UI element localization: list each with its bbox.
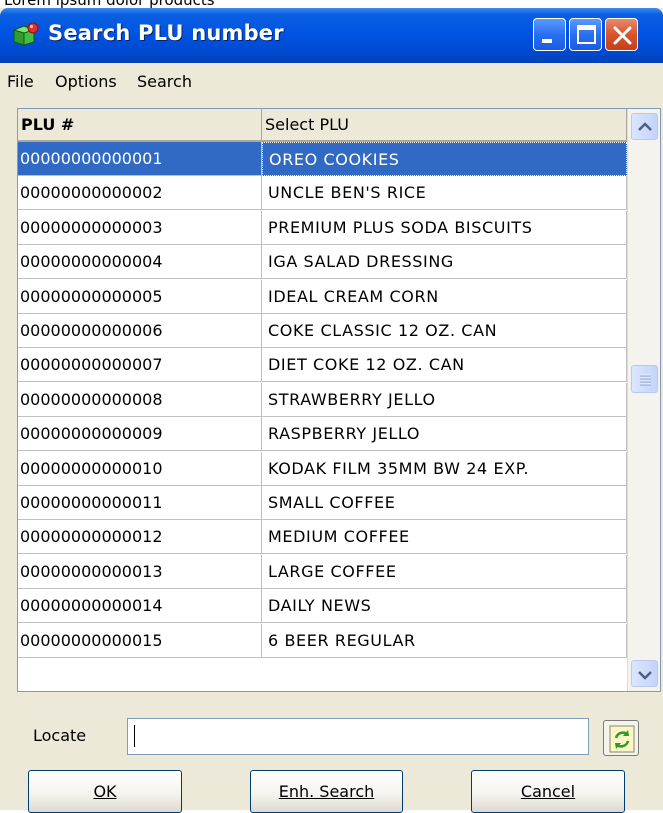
plu-grid[interactable]: PLU # Select PLU 00000000000001 OREO COOK…	[17, 108, 661, 692]
table-row[interactable]: 00000000000009 RASPBERRY JELLO	[18, 417, 627, 452]
ok-button[interactable]: OK	[28, 770, 182, 813]
plu-cell[interactable]: 00000000000003	[18, 210, 262, 245]
table-row[interactable]: 00000000000004 IGA SALAD DRESSING	[18, 245, 627, 280]
plu-cell[interactable]: 00000000000006	[18, 314, 262, 348]
menu-search[interactable]: Search	[137, 72, 192, 91]
plu-cell[interactable]: 00000000000009	[18, 417, 262, 452]
scroll-down-button[interactable]	[631, 660, 658, 687]
locate-input[interactable]	[127, 718, 589, 755]
menu-options[interactable]: Options	[55, 72, 117, 91]
search-plu-window: Search PLU number File Options Search PL…	[0, 8, 663, 813]
table-row[interactable]: 00000000000014 DAILY NEWS	[18, 589, 627, 624]
item-name-cell[interactable]: SMALL COFFEE	[262, 486, 627, 520]
plu-cell[interactable]: 00000000000001	[18, 142, 262, 176]
plu-cell[interactable]: 00000000000011	[18, 486, 262, 520]
column-header-select-plu[interactable]: Select PLU	[262, 109, 627, 142]
table-row[interactable]: 00000000000005 IDEAL CREAM CORN	[18, 279, 627, 314]
table-row[interactable]: 00000000000002 UNCLE BEN'S RICE	[18, 176, 627, 211]
enh-search-button-label: Enh. Search	[278, 782, 375, 801]
plu-cell[interactable]: 00000000000014	[18, 589, 262, 624]
table-row[interactable]: 00000000000008 STRAWBERRY JELLO	[18, 382, 627, 417]
table-row[interactable]: 00000000000003 PREMIUM PLUS SODA BISCUITS	[18, 210, 627, 245]
plu-cell[interactable]: 00000000000013	[18, 554, 262, 589]
item-name-cell[interactable]: IGA SALAD DRESSING	[262, 245, 627, 280]
title-bar[interactable]: Search PLU number	[0, 8, 663, 63]
chevron-up-icon	[638, 122, 652, 131]
chevron-down-icon	[638, 671, 652, 680]
window-title: Search PLU number	[48, 21, 284, 45]
cancel-button[interactable]: Cancel	[471, 770, 625, 813]
app-icon	[10, 21, 40, 49]
item-name-cell[interactable]: LARGE COFFEE	[262, 554, 627, 589]
item-name-cell[interactable]: KODAK FILM 35MM BW 24 EXP.	[262, 451, 627, 486]
column-header-plu[interactable]: PLU #	[18, 109, 262, 142]
minimize-button[interactable]	[533, 18, 566, 51]
maximize-icon	[577, 25, 596, 44]
cancel-button-label: Cancel	[520, 782, 576, 801]
vertical-scrollbar[interactable]	[627, 109, 660, 691]
table-row[interactable]: 00000000000006 COKE CLASSIC 12 OZ. CAN	[18, 314, 627, 348]
plu-cell[interactable]: 00000000000007	[18, 348, 262, 383]
plu-cell[interactable]: 00000000000012	[18, 520, 262, 555]
item-name-cell[interactable]: DIET COKE 12 OZ. CAN	[262, 348, 627, 383]
item-name-cell[interactable]: STRAWBERRY JELLO	[262, 382, 627, 417]
plu-cell[interactable]: 00000000000010	[18, 451, 262, 486]
item-name-cell[interactable]: COKE CLASSIC 12 OZ. CAN	[262, 314, 627, 348]
table-row[interactable]: 00000000000011 SMALL COFFEE	[18, 486, 627, 520]
plu-cell[interactable]: 00000000000004	[18, 245, 262, 280]
item-name-cell[interactable]: OREO COOKIES	[262, 142, 627, 176]
item-name-cell[interactable]: 6 BEER REGULAR	[262, 623, 627, 658]
maximize-button[interactable]	[569, 18, 602, 51]
item-name-cell[interactable]: IDEAL CREAM CORN	[262, 279, 627, 314]
text-caret	[134, 725, 135, 747]
grip-icon	[640, 374, 651, 386]
minimize-icon	[542, 39, 552, 43]
scroll-up-button[interactable]	[631, 113, 658, 140]
scroll-thumb[interactable]	[631, 365, 658, 393]
refresh-button[interactable]	[603, 720, 639, 756]
refresh-icon	[609, 725, 635, 753]
table-row[interactable]: 00000000000007 DIET COKE 12 OZ. CAN	[18, 348, 627, 383]
table-row[interactable]: 00000000000012 MEDIUM COFFEE	[18, 520, 627, 555]
item-name-cell[interactable]: RASPBERRY JELLO	[262, 417, 627, 452]
item-name-cell[interactable]: DAILY NEWS	[262, 589, 627, 624]
menu-bar: File Options Search	[0, 63, 663, 99]
table-row[interactable]: 00000000000015 6 BEER REGULAR	[18, 623, 627, 658]
enh-search-button[interactable]: Enh. Search	[250, 770, 403, 813]
menu-file[interactable]: File	[7, 72, 34, 91]
close-button[interactable]	[605, 18, 638, 51]
table-row[interactable]: 00000000000010 KODAK FILM 35MM BW 24 EXP.	[18, 451, 627, 486]
ok-button-label: OK	[93, 782, 117, 801]
table-row[interactable]: 00000000000013 LARGE COFFEE	[18, 554, 627, 589]
item-name-cell[interactable]: MEDIUM COFFEE	[262, 520, 627, 555]
close-icon	[613, 26, 632, 45]
item-name-cell[interactable]: PREMIUM PLUS SODA BISCUITS	[262, 210, 627, 245]
table-row[interactable]: 00000000000001 OREO COOKIES	[18, 142, 627, 176]
plu-cell[interactable]: 00000000000008	[18, 382, 262, 417]
plu-cell[interactable]: 00000000000002	[18, 176, 262, 211]
plu-cell[interactable]: 00000000000005	[18, 279, 262, 314]
locate-label: Locate	[33, 726, 87, 745]
plu-cell[interactable]: 00000000000015	[18, 623, 262, 658]
item-name-cell[interactable]: UNCLE BEN'S RICE	[262, 176, 627, 211]
